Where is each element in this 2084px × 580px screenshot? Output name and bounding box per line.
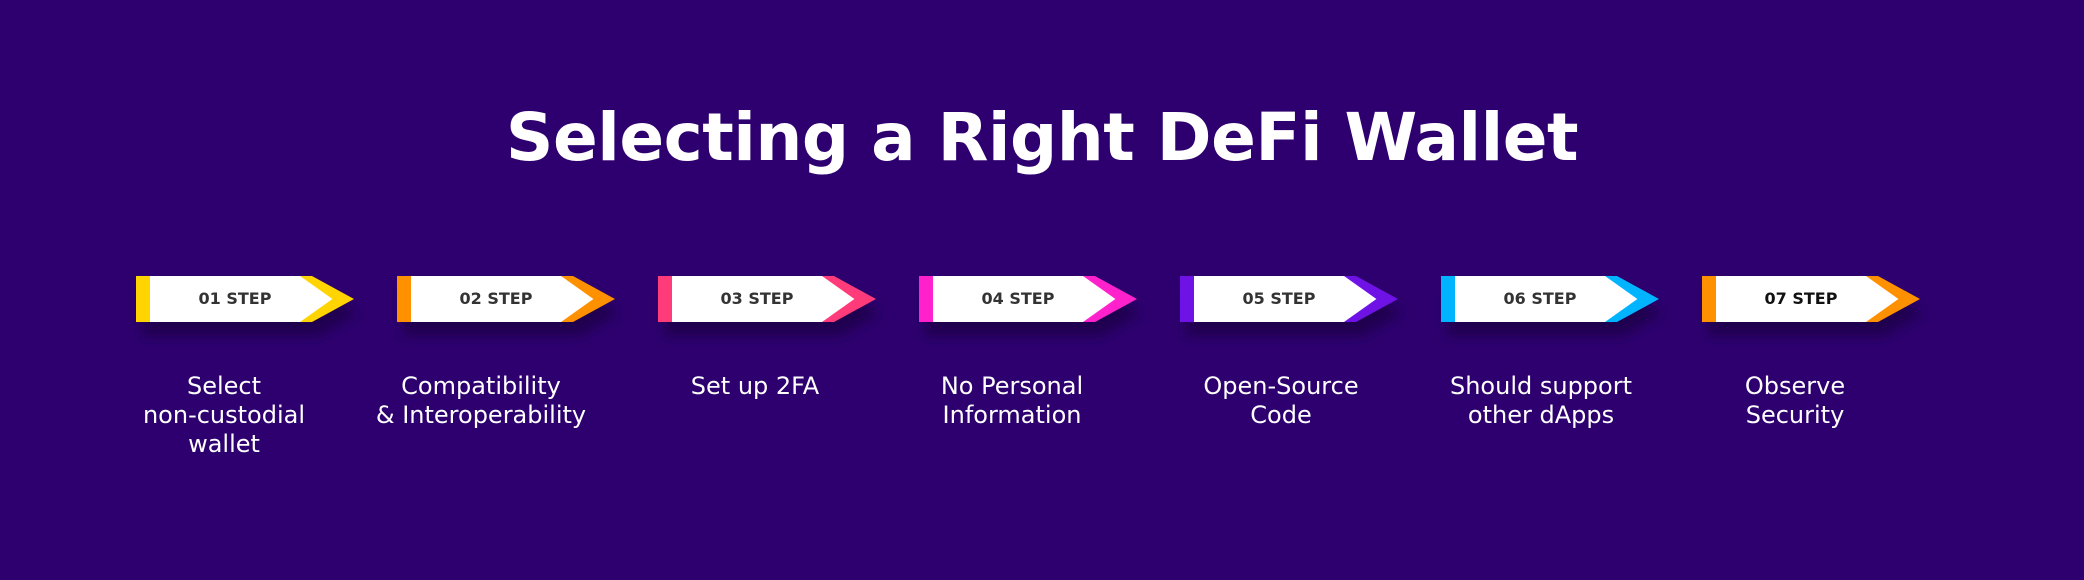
- step-3-arrow: 03 STEP: [658, 276, 880, 336]
- step-1-description: Select non-custodial wallet: [142, 372, 306, 458]
- step-4-description: No Personal Information: [940, 372, 1084, 429]
- step-label: 03 STEP: [720, 289, 794, 308]
- step-label: 02 STEP: [459, 289, 533, 308]
- step-label: 01 STEP: [198, 289, 272, 308]
- step-2-arrow: 02 STEP: [397, 276, 619, 336]
- step-3-description: Set up 2FA: [690, 372, 820, 400]
- step-label: 06 STEP: [1503, 289, 1577, 308]
- step-6-arrow: 06 STEP: [1441, 276, 1663, 336]
- step-label: 07 STEP: [1764, 289, 1838, 308]
- step-1-arrow: 01 STEP: [136, 276, 358, 336]
- step-7-description: Observe Security: [1744, 372, 1846, 429]
- step-label: 04 STEP: [981, 289, 1055, 308]
- step-2-description: Compatibility & Interoperability: [375, 372, 587, 429]
- step-label: 05 STEP: [1242, 289, 1316, 308]
- page-title: Selecting a Right DeFi Wallet: [505, 99, 1579, 176]
- step-5-description: Open-Source Code: [1203, 372, 1359, 429]
- step-7-arrow: 07 STEP: [1702, 276, 1924, 336]
- step-5-arrow: 05 STEP: [1180, 276, 1402, 336]
- step-4-arrow: 04 STEP: [919, 276, 1141, 336]
- step-6-description: Should support other dApps: [1449, 372, 1632, 429]
